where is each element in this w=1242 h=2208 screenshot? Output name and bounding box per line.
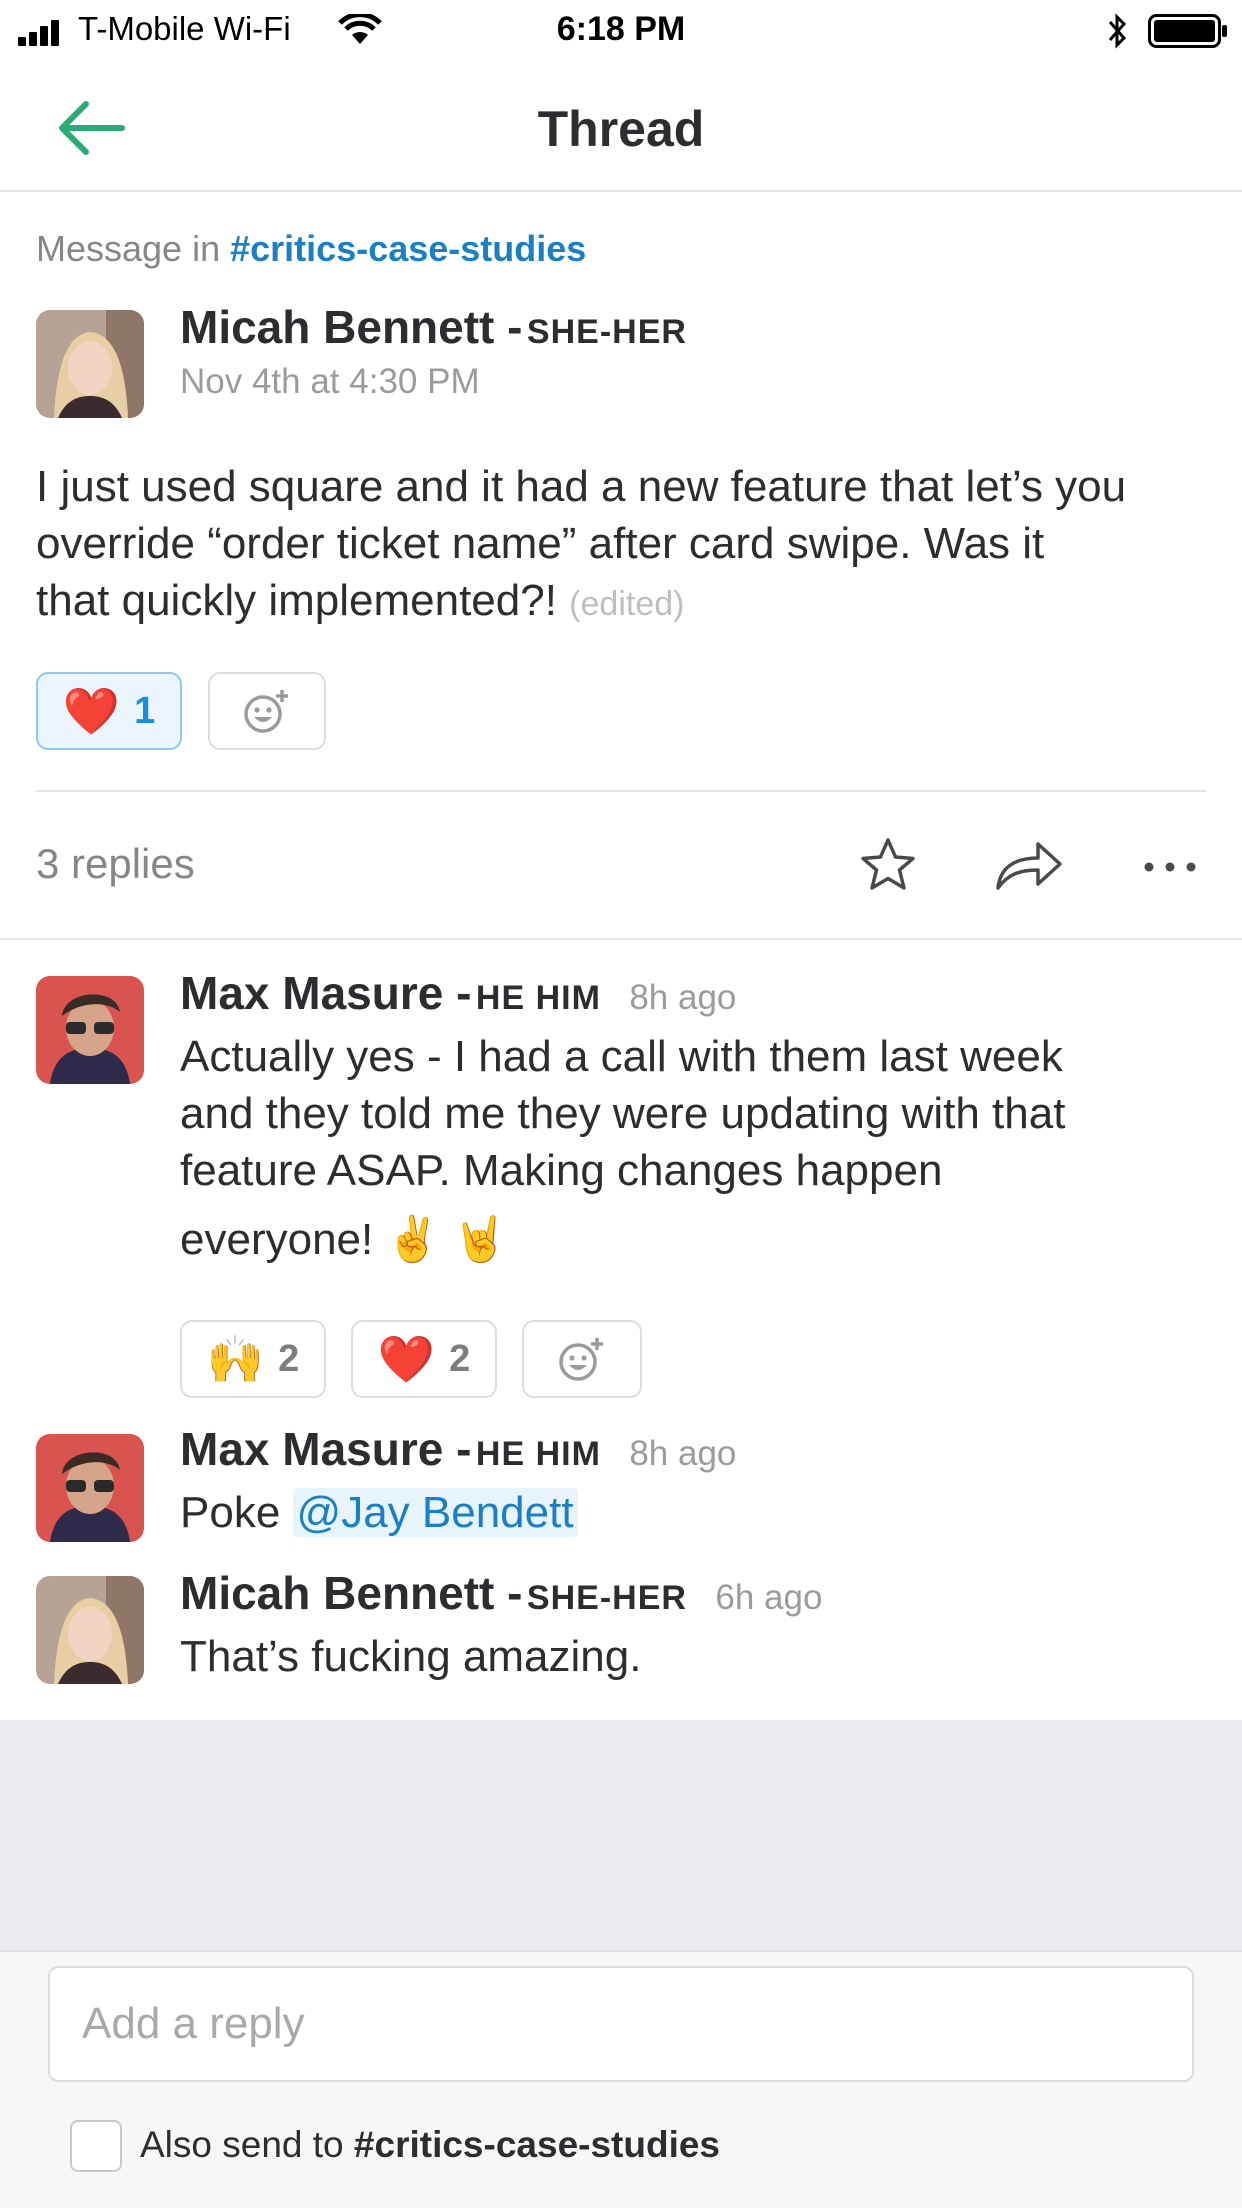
star-icon[interactable] [858,836,918,894]
reaction-count: 2 [278,1337,300,1380]
also-send-checkbox[interactable] [70,2120,122,2172]
bluetooth-icon [1108,13,1127,49]
more-options-icon[interactable] [1142,860,1198,874]
edited-label: (edited) [569,585,685,623]
message-line: Actually yes - I had a call with them la… [180,1032,1063,1081]
clock: 6:18 PM [556,10,686,48]
message-header: Micah Bennett - SHE-HER 6h ago [180,1566,822,1620]
message-line: Poke [180,1488,281,1537]
message-context: Message in #critics-case-studies [36,228,586,270]
reaction-heart[interactable]: ❤️ 2 [351,1320,497,1398]
author-name[interactable]: Max Masure - [180,967,471,1019]
status-bar: T-Mobile Wi-Fi 6:18 PM [0,0,1242,62]
raised-hands-emoji-icon: 🙌 [206,1332,265,1386]
author-name[interactable]: Max Masure - [180,1423,471,1475]
message-text: Actually yes - I had a call with them la… [180,1028,1220,1268]
add-reaction-icon [559,1338,603,1381]
reaction-heart[interactable]: ❤️ 1 [36,672,182,750]
share-icon[interactable] [994,838,1064,892]
author-pronouns: SHE-HER [526,1579,687,1617]
divider [36,790,1206,792]
also-send-prefix: Also send to [140,2124,344,2165]
avatar[interactable] [36,310,144,418]
page-title: Thread [537,101,705,157]
battery-icon [1148,14,1227,48]
author-pronouns: HE HIM [475,1435,601,1473]
reaction-raised-hands[interactable]: 🙌 2 [180,1320,326,1398]
message-timestamp: Nov 4th at 4:30 PM [180,362,480,401]
author-pronouns: SHE-HER [526,313,687,351]
message-line: and they told me they were updating with… [180,1089,1066,1138]
message-line: that quickly implemented?! [36,576,557,625]
also-send-channel: #critics-case-studies [353,2124,721,2165]
author-name[interactable]: Micah Bennett - [180,1567,522,1619]
message-text: Poke @Jay Bendett [180,1484,578,1541]
message-header: Max Masure - HE HIM 8h ago [180,966,736,1020]
nav-bar: Thread [0,62,1242,192]
message-header: Max Masure - HE HIM 8h ago [180,1422,736,1476]
message-line: I just used square and it had a new feat… [36,462,1127,511]
add-reaction-icon [244,690,288,733]
message-text: I just used square and it had a new feat… [36,458,1216,633]
message-line: everyone! ✌️ 🤘 [180,1215,508,1264]
message-header: Micah Bennett - SHE-HER [180,300,687,354]
add-reaction-button[interactable] [522,1320,642,1398]
user-mention[interactable]: @Jay Bendett [292,1488,578,1537]
empty-area [0,1720,1242,1950]
add-reaction-button[interactable] [208,672,326,750]
also-send-label: Also send to #critics-case-studies [140,2124,720,2166]
message-timestamp: 8h ago [629,1434,737,1473]
heart-emoji-icon: ❤️ [62,684,121,738]
avatar[interactable] [36,1434,144,1542]
channel-link[interactable]: #critics-case-studies [230,228,586,269]
author-name[interactable]: Micah Bennett - [180,301,522,353]
message-timestamp: 6h ago [715,1578,823,1617]
reply-input[interactable] [48,1966,1194,2082]
message-timestamp: 8h ago [629,978,737,1017]
replies-count: 3 replies [36,840,195,887]
divider [0,938,1242,940]
reaction-count: 2 [449,1337,471,1380]
heart-emoji-icon: ❤️ [377,1332,436,1386]
message-line: override “order ticket name” after card … [36,519,1045,568]
message-line: feature ASAP. Making changes happen [180,1146,943,1195]
avatar[interactable] [36,976,144,1084]
message-text: That’s fucking amazing. [180,1632,642,1681]
avatar[interactable] [36,1576,144,1684]
message-in-label: Message in [36,228,221,269]
author-pronouns: HE HIM [475,979,601,1017]
reaction-count: 1 [134,689,156,732]
